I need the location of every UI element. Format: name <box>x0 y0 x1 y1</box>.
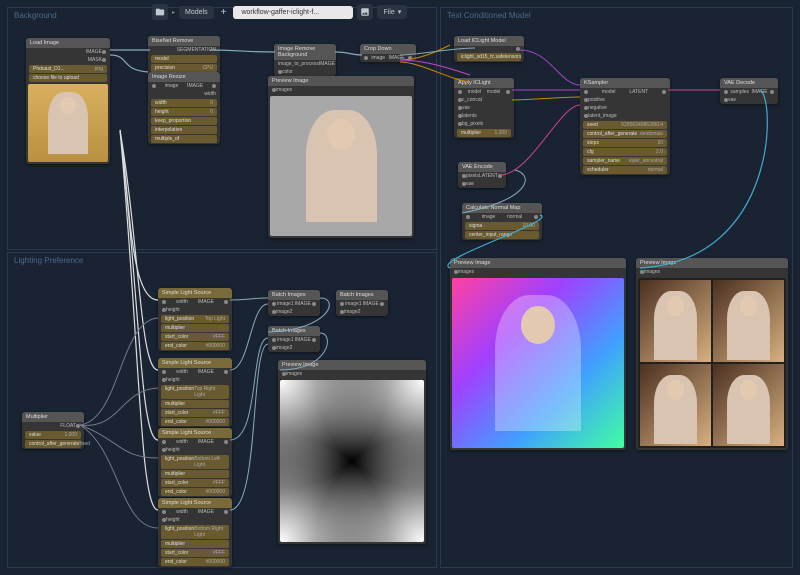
file-menu[interactable]: File ▾ <box>377 5 407 19</box>
chevron-down-icon: ▾ <box>398 8 402 16</box>
preview-output-grid <box>638 278 786 448</box>
iclight-model-field[interactable]: iclight_sd15_fc.safetensors <box>457 53 521 61</box>
image-icon[interactable] <box>357 4 373 20</box>
node-simple-light-3[interactable]: Simple Light Source widthIMAGE height li… <box>158 428 232 497</box>
file-name-field[interactable]: Phduast_D1...png <box>29 65 107 73</box>
upload-button[interactable]: choose file to upload <box>29 74 107 82</box>
preview-light-mask <box>280 380 424 542</box>
node-load-iclight[interactable]: Load ICLight Model iclight_sd15_fc.safet… <box>454 36 524 62</box>
node-batch-1[interactable]: Batch Images image1IMAGE image2 <box>268 290 320 316</box>
node-simple-light-2[interactable]: Simple Light Source widthIMAGE height li… <box>158 358 232 427</box>
load-image-preview <box>28 84 108 162</box>
node-preview-light[interactable]: Preview Image images <box>278 360 426 544</box>
node-apply-iclight[interactable]: Apply ICLight modelmodel c_concat vae la… <box>454 78 514 138</box>
node-simple-light-4[interactable]: Simple Light Source widthIMAGE height li… <box>158 498 232 567</box>
folder-icon[interactable] <box>152 4 168 20</box>
node-remove-bg[interactable]: Image Remove Background image_to_process… <box>274 44 336 76</box>
panel-title: Text Conditioned Model <box>441 8 792 23</box>
node-vae-decode[interactable]: VAE Decode samplesIMAGE vae <box>720 78 778 104</box>
node-preview-bg[interactable]: Preview Image images <box>268 76 414 238</box>
panel-title: Lighting Preference <box>8 253 436 268</box>
precision-field[interactable]: precisionCPU <box>151 64 217 72</box>
node-calc-normal[interactable]: Calculate Normal Map imagenormal sigma10… <box>462 203 542 240</box>
preview-normal-map <box>452 278 624 448</box>
node-image-resize[interactable]: Image Resize imageIMAGE width width0 hei… <box>148 72 220 144</box>
workflow-name-field[interactable]: workflow-gaffer-iclight-f... <box>233 6 353 19</box>
models-button[interactable]: Models <box>179 6 214 19</box>
node-preview-final[interactable]: Preview Image images <box>636 258 788 450</box>
model-field[interactable]: model <box>151 55 217 63</box>
node-ksampler[interactable]: KSampler modelLATENT positive negative l… <box>580 78 670 175</box>
node-batch-3[interactable]: Batch Images image1IMAGE image2 <box>336 290 388 316</box>
add-icon[interactable]: + <box>218 7 230 18</box>
chevron-right-icon: ▸ <box>172 9 175 16</box>
node-preview-normal[interactable]: Preview Image images <box>450 258 626 450</box>
node-multiplier[interactable]: Multiplier FLOAT value1.000 control_afte… <box>22 412 84 449</box>
top-toolbar: ▸ Models + workflow-gaffer-iclight-f... … <box>152 4 407 20</box>
node-load-image[interactable]: Load Image IMAGE MASK Phduast_D1...png c… <box>26 38 110 164</box>
node-batch-2[interactable]: Batch Images image1IMAGE image2 <box>268 326 320 352</box>
node-simple-light-1[interactable]: Simple Light Source widthIMAGE height li… <box>158 288 232 351</box>
preview-removed-bg <box>270 96 412 236</box>
node-crop-down[interactable]: Crop Down imageIMAGE <box>360 44 416 62</box>
node-bisenet[interactable]: BiseNet Remove SEGMENTATION model precis… <box>148 36 220 73</box>
node-vae-encode[interactable]: VAE Encode pixelsLATENT vae <box>458 162 506 188</box>
